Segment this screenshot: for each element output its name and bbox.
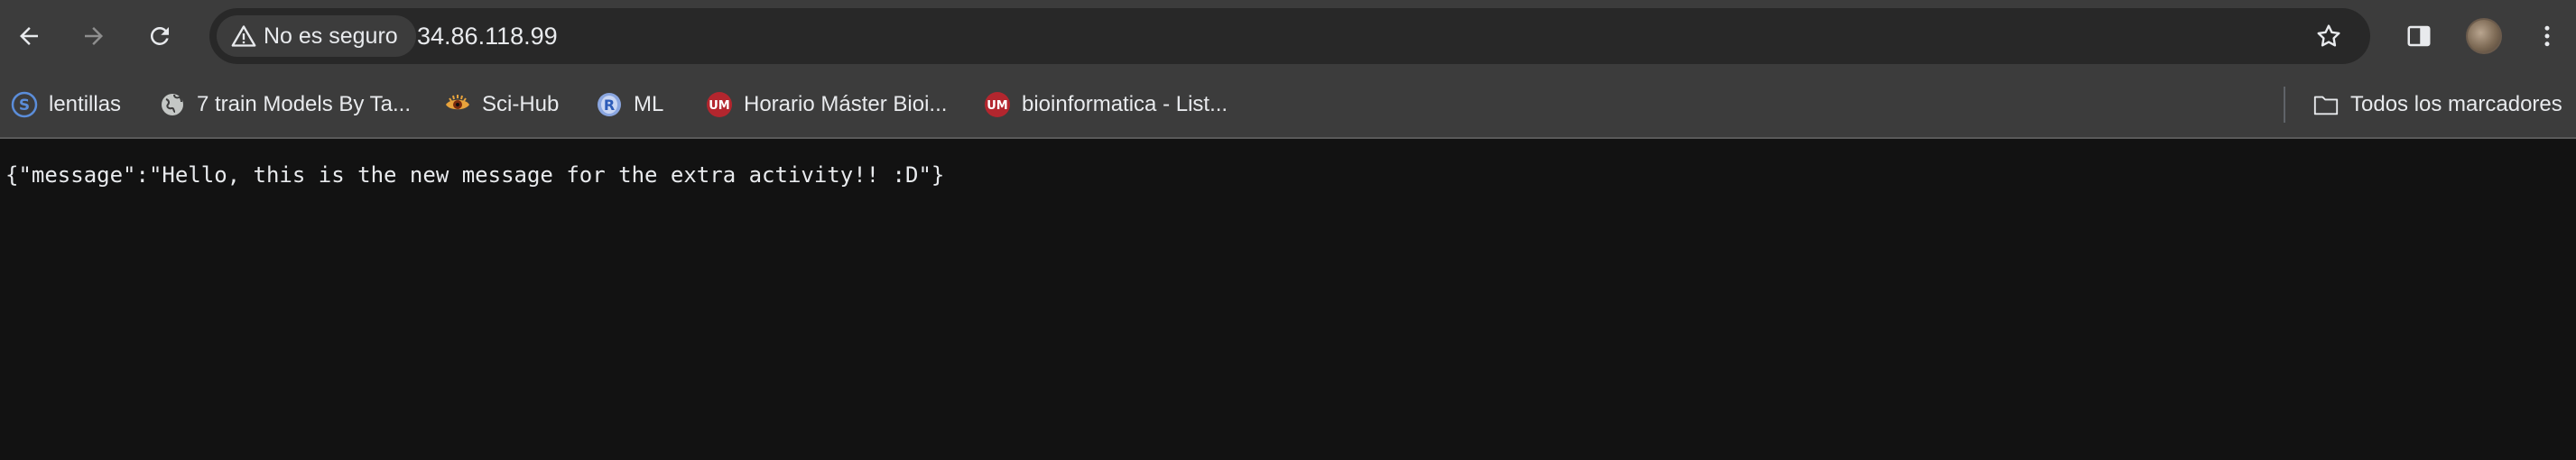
reload-button[interactable] [140, 16, 180, 56]
bookmark-sci-hub[interactable]: Sci-Hub [444, 85, 559, 124]
bookmark-star-button[interactable] [2312, 20, 2345, 52]
svg-text:R: R [604, 97, 615, 114]
browser-toolbar: No es seguro 34.86.118.99 [0, 0, 2576, 72]
bookmarks-separator [2284, 87, 2285, 123]
svg-text:S: S [19, 97, 30, 115]
bookmark-horario-master[interactable]: UM Horario Máster Bioi... [706, 85, 947, 124]
json-response-text: {"message":"Hello, this is the new messa… [5, 162, 945, 188]
reload-icon [150, 26, 169, 45]
bookmark-label: Horario Máster Bioi... [744, 92, 948, 116]
star-icon [2317, 24, 2340, 47]
bookmarks-bar: S lentillas 7 train Models By Ta... Sci-… [0, 72, 2576, 139]
bookmark-label: ML [634, 92, 664, 116]
arrow-left-icon [20, 27, 38, 45]
um-logo-icon: UM [706, 91, 733, 118]
warning-triangle-icon [231, 25, 256, 47]
profile-avatar[interactable] [2466, 18, 2502, 54]
svg-text:UM: UM [987, 99, 1008, 113]
eye-icon [444, 91, 471, 118]
r-logo-icon: R [596, 91, 623, 118]
back-button[interactable] [9, 16, 49, 56]
bookmark-7-train-models[interactable]: 7 train Models By Ta... [159, 85, 411, 124]
folder-icon [2312, 91, 2340, 118]
all-bookmarks-label: Todos los marcadores [2350, 92, 2562, 116]
arrow-right-icon [85, 27, 103, 45]
security-label: No es seguro [264, 23, 398, 49]
url-text[interactable]: 34.86.118.99 [417, 8, 558, 64]
um-logo-icon: UM [984, 91, 1011, 118]
all-bookmarks-button[interactable]: Todos los marcadores [2312, 85, 2562, 124]
bookmark-bioinformatica[interactable]: UM bioinformatica - List... [984, 85, 1228, 124]
page-content: {"message":"Hello, this is the new messa… [0, 139, 2576, 460]
bookmark-ml[interactable]: R ML [596, 85, 663, 124]
globe-icon [159, 91, 186, 118]
kebab-menu-icon [2544, 25, 2550, 47]
security-indicator[interactable]: No es seguro [217, 15, 416, 57]
side-panel-icon [2407, 25, 2431, 47]
side-panel-button[interactable] [2399, 16, 2439, 56]
s-circle-icon: S [11, 91, 38, 118]
bookmark-label: 7 train Models By Ta... [197, 92, 411, 116]
bookmark-lentillas[interactable]: S lentillas [11, 85, 121, 124]
menu-button[interactable] [2527, 16, 2567, 56]
address-bar[interactable]: No es seguro 34.86.118.99 [209, 8, 2370, 64]
bookmark-label: bioinformatica - List... [1022, 92, 1228, 116]
bookmark-label: Sci-Hub [482, 92, 560, 116]
forward-button[interactable] [74, 16, 114, 56]
bookmark-label: lentillas [49, 92, 122, 116]
svg-text:UM: UM [709, 99, 730, 113]
